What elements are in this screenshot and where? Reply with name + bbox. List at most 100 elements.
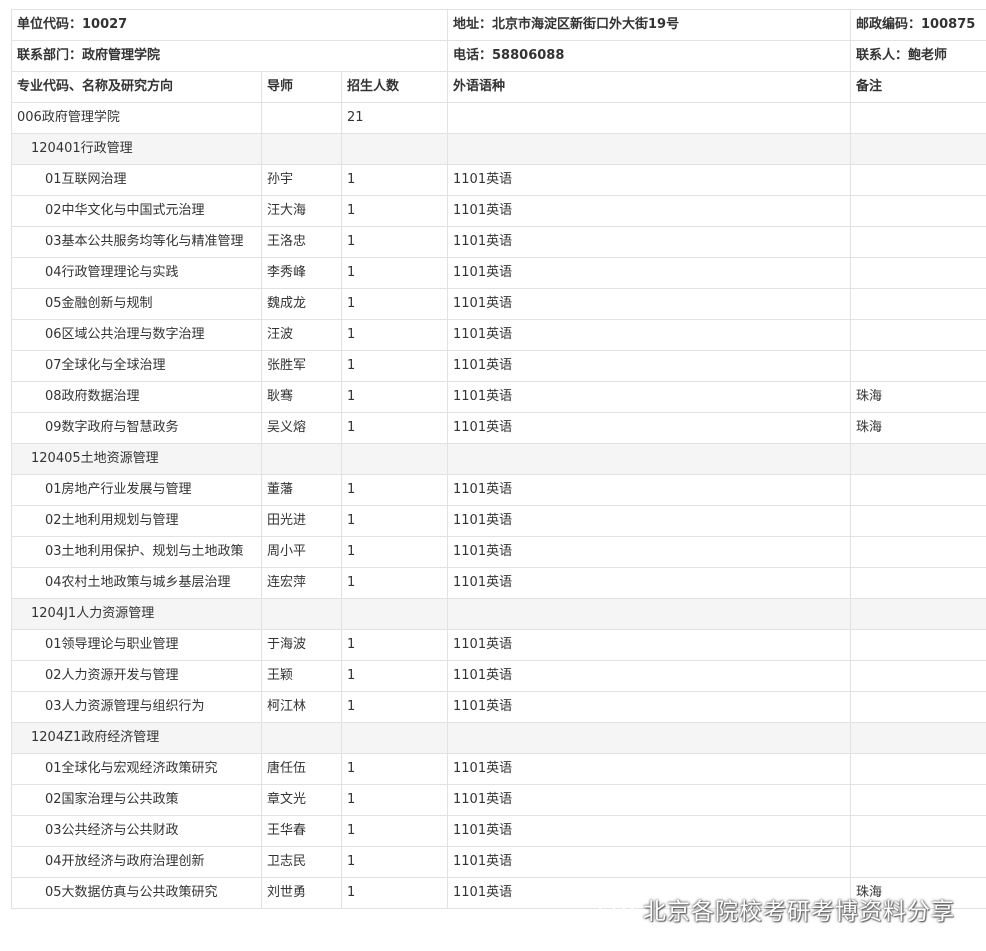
- info-row-2: 联系部门：政府管理学院 电话：58806088 联系人：鲍老师: [10, 40, 986, 72]
- note-cell: 珠海: [850, 877, 986, 909]
- major-cell: 120401行政管理: [11, 133, 262, 165]
- count-cell: 1: [340, 567, 449, 599]
- count-cell: 1: [340, 691, 449, 723]
- direction-label: 01全球化与宏观经济政策研究: [45, 761, 218, 776]
- major-cell: 120405土地资源管理: [11, 443, 262, 475]
- major-cell: 04农村土地政策与城乡基层治理: [11, 567, 262, 599]
- advisor-cell: [261, 443, 342, 475]
- note-cell: [850, 567, 986, 599]
- note-cell: [850, 226, 986, 258]
- direction-label: 02国家治理与公共政策: [45, 792, 179, 807]
- header-count: 招生人数: [340, 71, 449, 103]
- language-cell: 1101英语: [447, 784, 852, 816]
- note-cell: [850, 443, 986, 475]
- advisor-cell: 董藩: [261, 474, 342, 506]
- advisor-cell: 卫志民: [261, 846, 342, 878]
- count-cell: 1: [340, 536, 449, 568]
- major-cell: 01互联网治理: [11, 164, 262, 196]
- note-cell: [850, 660, 986, 692]
- note-cell: [850, 598, 986, 630]
- header-major: 专业代码、名称及研究方向: [11, 71, 262, 103]
- major-cell: 03公共经济与公共财政: [11, 815, 262, 847]
- language-cell: 1101英语: [447, 536, 852, 568]
- note-cell: [850, 474, 986, 506]
- contact-department: 联系部门：政府管理学院: [10, 40, 449, 72]
- direction-row: 05金融创新与规制 魏成龙 1 1101英语: [11, 288, 986, 320]
- direction-label: 03公共经济与公共财政: [45, 823, 179, 838]
- direction-row: 02人力资源开发与管理 王颖 1 1101英语: [11, 660, 986, 692]
- advisor-cell: 王颖: [261, 660, 342, 692]
- header-note: 备注: [850, 71, 986, 103]
- note-cell: [850, 629, 986, 661]
- note-cell: [850, 195, 986, 227]
- count-cell: [340, 598, 449, 630]
- major-cell: 04开放经济与政府治理创新: [11, 846, 262, 878]
- postal-code: 邮政编码：100875: [850, 9, 986, 41]
- major-row: 120405土地资源管理: [11, 443, 986, 475]
- major-cell: 06区域公共治理与数字治理: [11, 319, 262, 351]
- direction-label: 01房地产行业发展与管理: [45, 482, 192, 497]
- note-cell: [850, 288, 986, 320]
- language-cell: 1101英语: [447, 474, 852, 506]
- count-cell: 1: [340, 288, 449, 320]
- count-cell: 1: [340, 877, 449, 909]
- note-cell: [850, 350, 986, 382]
- direction-row: 03公共经济与公共财政 王华春 1 1101英语: [11, 815, 986, 847]
- major-cell: 04行政管理理论与实践: [11, 257, 262, 289]
- advisor-cell: 章文光: [261, 784, 342, 816]
- direction-label: 04开放经济与政府治理创新: [45, 854, 205, 869]
- count-cell: 1: [340, 660, 449, 692]
- major-cell: 1204J1人力资源管理: [11, 598, 262, 630]
- advisor-cell: [261, 598, 342, 630]
- direction-row: 05大数据仿真与公共政策研究 刘世勇 1 1101英语 珠海: [11, 877, 986, 909]
- note-cell: [850, 815, 986, 847]
- count-cell: 1: [340, 815, 449, 847]
- language-cell: 1101英语: [447, 877, 852, 909]
- count-cell: [340, 722, 449, 754]
- major-cell: 07全球化与全球治理: [11, 350, 262, 382]
- direction-row: 01领导理论与职业管理 于海波 1 1101英语: [11, 629, 986, 661]
- count-cell: 1: [340, 257, 449, 289]
- language-cell: 1101英语: [447, 226, 852, 258]
- count-cell: 1: [340, 846, 449, 878]
- note-cell: 珠海: [850, 412, 986, 444]
- phone: 电话：58806088: [447, 40, 852, 72]
- direction-label: 08政府数据治理: [45, 389, 140, 404]
- advisor-cell: 张胜军: [261, 350, 342, 382]
- major-row: 1204Z1政府经济管理: [11, 722, 986, 754]
- advisor-cell: 于海波: [261, 629, 342, 661]
- language-cell: 1101英语: [447, 753, 852, 785]
- contact-person: 联系人：鲍老师: [850, 40, 986, 72]
- major-cell: 03土地利用保护、规划与土地政策: [11, 536, 262, 568]
- language-cell: 1101英语: [447, 350, 852, 382]
- advisor-cell: 李秀峰: [261, 257, 342, 289]
- major-cell: 006政府管理学院: [11, 102, 262, 134]
- direction-row: 04开放经济与政府治理创新 卫志民 1 1101英语: [11, 846, 986, 878]
- major-cell: 02土地利用规划与管理: [11, 505, 262, 537]
- direction-label: 05大数据仿真与公共政策研究: [45, 885, 218, 900]
- major-cell: 02国家治理与公共政策: [11, 784, 262, 816]
- language-cell: [447, 598, 852, 630]
- major-cell: 01领导理论与职业管理: [11, 629, 262, 661]
- direction-label: 02中华文化与中国式元治理: [45, 203, 205, 218]
- language-cell: 1101英语: [447, 288, 852, 320]
- major-cell: 01全球化与宏观经济政策研究: [11, 753, 262, 785]
- language-cell: [447, 133, 852, 165]
- direction-label: 09数字政府与智慧政务: [45, 420, 179, 435]
- direction-label: 03基本公共服务均等化与精准管理: [45, 234, 244, 249]
- advisor-cell: 魏成龙: [261, 288, 342, 320]
- advisor-cell: 周小平: [261, 536, 342, 568]
- advisor-cell: 王华春: [261, 815, 342, 847]
- direction-label: 02土地利用规划与管理: [45, 513, 179, 528]
- language-cell: 1101英语: [447, 660, 852, 692]
- direction-row: 03人力资源管理与组织行为 柯江林 1 1101英语: [11, 691, 986, 723]
- major-row: 120401行政管理: [11, 133, 986, 165]
- direction-label: 01互联网治理: [45, 172, 127, 187]
- direction-label: 01领导理论与职业管理: [45, 637, 179, 652]
- direction-row: 02国家治理与公共政策 章文光 1 1101英语: [11, 784, 986, 816]
- count-cell: 1: [340, 195, 449, 227]
- advisor-cell: 刘世勇: [261, 877, 342, 909]
- note-cell: [850, 164, 986, 196]
- direction-label: 07全球化与全球治理: [45, 358, 166, 373]
- header-language: 外语语种: [447, 71, 852, 103]
